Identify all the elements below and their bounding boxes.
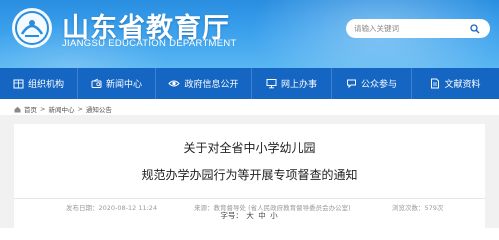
site-header: 山东省教育厅 JIANGSU EDUCATION DEPARTMENT (0, 0, 499, 68)
font-size-switcher: 字号： 大 中 小 (14, 210, 485, 221)
eye-icon (168, 80, 181, 87)
building-icon (13, 79, 24, 89)
nav-item-documents[interactable]: 文献资料 (412, 68, 499, 99)
nav-label: 政府信息公开 (184, 80, 239, 90)
breadcrumb-separator: > (77, 105, 83, 113)
search-box (346, 19, 490, 38)
article-meta: 发布日期：2020-08-12 11:24 来源：教育督导处 (省人民政府教育督… (14, 198, 485, 212)
chat-icon (346, 79, 356, 89)
search-button[interactable] (464, 19, 486, 38)
home-icon (14, 106, 21, 112)
main-nav: 组织机构 新闻中心 政府信息公开 网上办事 公众参与 文献资料 (0, 68, 499, 99)
nav-item-organization[interactable]: 组织机构 (0, 68, 78, 99)
nav-label: 网上办事 (280, 80, 317, 90)
article-title-line1: 关于对全省中小学幼儿园 (183, 141, 316, 155)
nav-item-gov-info[interactable]: 政府信息公开 (156, 68, 252, 99)
nav-item-news[interactable]: 新闻中心 (78, 68, 156, 99)
radio-icon (91, 78, 102, 88)
document-icon (431, 78, 440, 89)
font-size-large[interactable]: 大 (245, 211, 255, 220)
font-size-label: 字号： (220, 211, 243, 220)
nav-label: 公众参与 (360, 80, 397, 90)
nav-label: 新闻中心 (105, 80, 142, 90)
nav-item-public-participation[interactable]: 公众参与 (332, 68, 412, 99)
breadcrumb-home[interactable]: 首页 (24, 104, 37, 114)
article-panel: 关于对全省中小学幼儿园 规范办学办园行为等开展专项督查的通知 发布日期：2020… (14, 124, 485, 228)
font-size-medium[interactable]: 中 (257, 211, 267, 220)
search-input[interactable] (346, 20, 464, 37)
breadcrumb-notices[interactable]: 通知公告 (86, 104, 112, 114)
nav-item-online-service[interactable]: 网上办事 (252, 68, 332, 99)
education-emblem-icon (12, 8, 52, 48)
nav-label: 组织机构 (27, 80, 64, 90)
monitor-icon (266, 79, 277, 89)
breadcrumb: 首页 > 新闻中心 > 通知公告 (14, 103, 112, 115)
article-title-line2: 规范办学办园行为等开展专项督查的通知 (141, 168, 358, 182)
breadcrumb-news-center[interactable]: 新闻中心 (48, 104, 74, 114)
site-subtitle: JIANGSU EDUCATION DEPARTMENT (62, 38, 237, 49)
font-size-small[interactable]: 小 (269, 211, 279, 220)
nav-label: 文献资料 (444, 80, 481, 90)
breadcrumb-separator: > (40, 105, 46, 113)
search-icon (470, 23, 480, 33)
